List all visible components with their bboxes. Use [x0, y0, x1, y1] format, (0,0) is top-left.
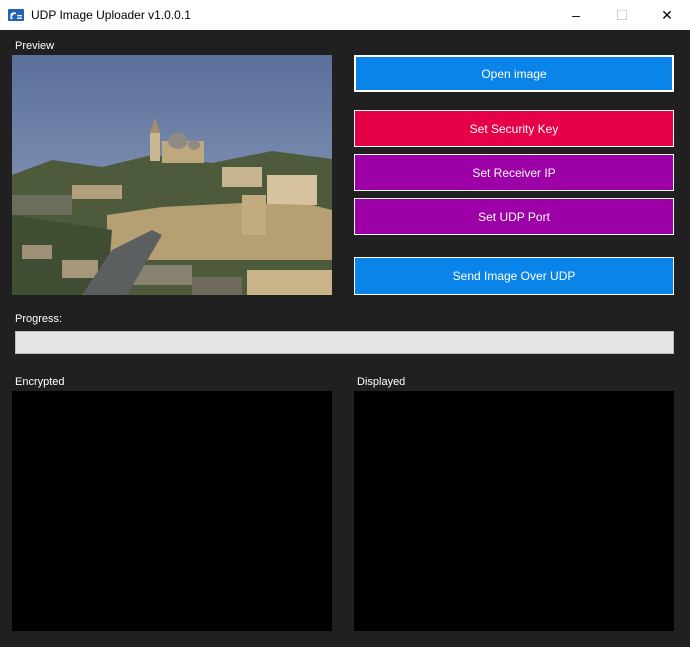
displayed-label: Displayed — [357, 376, 406, 388]
close-button[interactable]: ✕ — [644, 0, 690, 30]
preview-label: Preview — [15, 40, 55, 52]
encrypted-image-panel — [12, 391, 332, 631]
udp-signal-app-icon — [8, 9, 24, 21]
progress-label: Progress: — [15, 313, 63, 325]
set-security-key-button[interactable]: Set Security Key — [354, 110, 674, 147]
set-receiver-ip-button[interactable]: Set Receiver IP — [354, 154, 674, 191]
maximize-button[interactable]: ☐ — [599, 0, 645, 30]
minimize-button[interactable]: – — [553, 0, 599, 30]
displayed-image-panel — [354, 391, 674, 631]
progress-bar — [15, 331, 674, 354]
preview-image — [12, 55, 332, 295]
close-icon: ✕ — [661, 6, 673, 23]
title-bar: UDP Image Uploader v1.0.0.1 – ☐ ✕ — [0, 0, 690, 30]
encrypted-label: Encrypted — [15, 376, 65, 388]
minimize-icon: – — [572, 7, 580, 23]
open-image-button[interactable]: Open image — [354, 55, 674, 92]
maximize-icon: ☐ — [615, 6, 629, 23]
send-image-button[interactable]: Send Image Over UDP — [354, 257, 674, 295]
window-title: UDP Image Uploader v1.0.0.1 — [31, 8, 191, 22]
set-udp-port-button[interactable]: Set UDP Port — [354, 198, 674, 235]
